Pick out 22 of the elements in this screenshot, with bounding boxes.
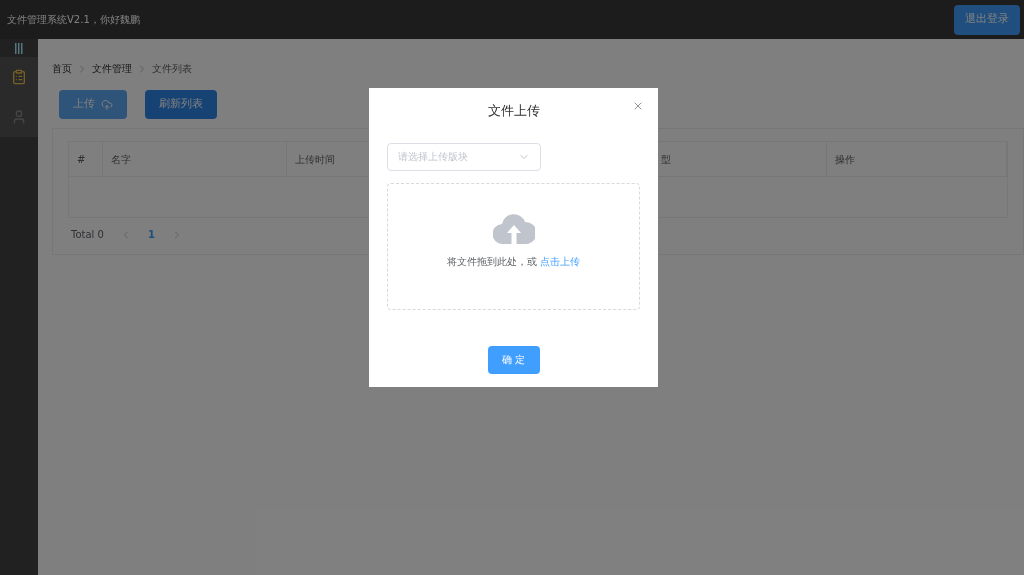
dialog-title: 文件上传 (487, 102, 540, 120)
drop-zone[interactable]: 将文件拖到此处，或 点击上传 (387, 182, 640, 310)
close-icon[interactable] (632, 100, 644, 112)
logout-button[interactable]: 退出登录 (954, 4, 1020, 35)
breadcrumb-item[interactable]: 首页 (52, 61, 72, 76)
page-number[interactable]: 1 (147, 227, 155, 242)
breadcrumb-item[interactable]: 文件管理 (92, 61, 132, 76)
breadcrumb-item: 文件列表 (152, 62, 192, 76)
column-header: # (69, 142, 103, 176)
upload-link[interactable]: 点击上传 (540, 253, 580, 269)
cloud-upload-icon (492, 211, 535, 244)
column-header: 名字 (103, 142, 287, 176)
clipboard-icon[interactable] (11, 69, 27, 85)
drop-hint: 将文件拖到此处，或 (447, 254, 537, 269)
total-count: Total 0 (71, 228, 104, 242)
user-icon[interactable] (11, 109, 27, 125)
refresh-button[interactable]: 刷新列表 (145, 90, 217, 119)
cloud-upload-icon (101, 98, 113, 111)
menu-icon[interactable] (15, 42, 23, 54)
column-header: 操作 (827, 142, 1007, 176)
confirm-button[interactable]: 确 定 (487, 345, 540, 374)
app-title: 文件管理系统V2.1，你好魏鹏 (7, 13, 140, 27)
